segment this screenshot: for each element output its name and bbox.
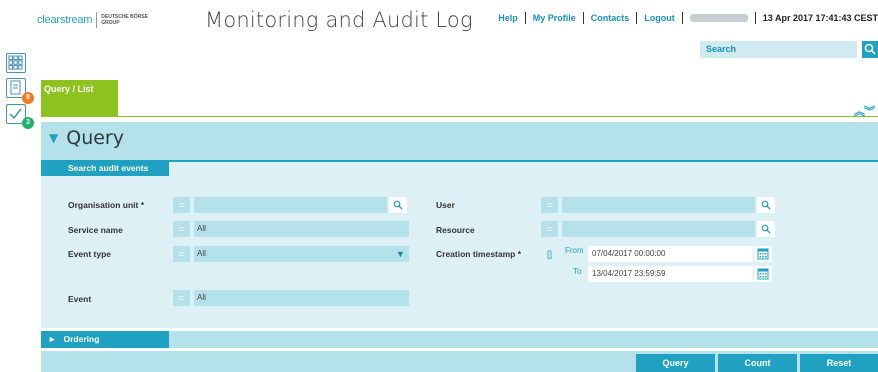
reset-button[interactable]: Reset — [800, 354, 878, 372]
task-badge: 3 — [22, 117, 34, 129]
service-name-label: Service name — [68, 225, 123, 235]
logo-divider — [96, 12, 98, 28]
query-title: Query — [66, 127, 124, 149]
ordering-label: Ordering — [63, 334, 100, 344]
chevron-down-icon[interactable]: ▼ — [396, 249, 405, 259]
nav-divider — [754, 12, 756, 24]
global-search-input[interactable]: Search — [700, 41, 857, 58]
user-operator[interactable]: = — [541, 197, 558, 213]
organisation-unit-lookup-icon[interactable] — [389, 197, 407, 213]
logo-text: clearstream — [37, 14, 93, 26]
from-label: From — [565, 246, 584, 255]
event-type-operator[interactable]: = — [173, 246, 190, 262]
to-date-input[interactable]: 13/04/2017 23:59:59 — [588, 266, 753, 282]
query-form — [41, 160, 878, 328]
calendar-icon[interactable] — [754, 246, 772, 262]
expand-triangle-icon: ► — [48, 334, 57, 344]
event-type-label: Event type — [68, 249, 111, 259]
search-icon[interactable] — [862, 41, 878, 58]
user-label: User — [436, 200, 455, 210]
ordering-section-toggle[interactable]: ► Ordering — [41, 331, 169, 348]
contacts-link[interactable]: Contacts — [591, 13, 630, 23]
resource-operator[interactable]: = — [541, 221, 558, 237]
page-title: Monitoring and Audit Log — [205, 8, 473, 32]
user-name-redacted — [689, 14, 748, 22]
help-link[interactable]: Help — [498, 13, 518, 23]
calendar-icon[interactable] — [754, 266, 772, 282]
creation-timestamp-operator[interactable]: [] — [541, 246, 558, 262]
user-lookup-icon[interactable] — [757, 197, 775, 213]
notification-badge: 8 — [22, 92, 34, 104]
resource-label: Resource — [436, 225, 475, 235]
nav-divider — [582, 12, 584, 24]
resource-input[interactable] — [562, 221, 755, 237]
search-audit-events-tab[interactable]: Search audit events — [41, 160, 169, 176]
nav-divider — [681, 12, 683, 24]
event-label: Event — [68, 294, 92, 304]
from-date-input[interactable]: 07/04/2017 00:00:00 — [588, 246, 753, 262]
count-button[interactable]: Count — [718, 354, 797, 372]
collapse-triangle-icon[interactable]: ▼ — [49, 131, 58, 145]
service-name-operator[interactable]: = — [173, 221, 190, 237]
query-button[interactable]: Query — [636, 354, 715, 372]
user-input[interactable] — [562, 197, 755, 213]
event-input[interactable]: All — [194, 290, 409, 306]
resource-lookup-icon[interactable] — [757, 221, 775, 237]
service-name-input[interactable]: All — [194, 221, 409, 237]
current-datetime: 13 Apr 2017 17:41:43 CEST — [762, 13, 878, 23]
nav-divider — [524, 12, 526, 24]
logo-subtext: DEUTSCHE BÖRSE GROUP — [101, 14, 148, 26]
collapse-expand-icon[interactable]: ︽︾ — [854, 103, 875, 119]
logo: clearstream DEUTSCHE BÖRSE GROUP — [37, 12, 148, 28]
organisation-unit-operator[interactable]: = — [173, 197, 190, 213]
organisation-unit-label: Organisation unit * — [68, 200, 145, 210]
tab-underline — [41, 116, 878, 117]
organisation-unit-input[interactable] — [194, 197, 387, 213]
logout-link[interactable]: Logout — [644, 13, 675, 23]
event-type-select[interactable]: All — [194, 246, 409, 262]
nav-divider — [636, 12, 638, 24]
creation-timestamp-label: Creation timestamp * — [436, 249, 522, 259]
tab-query-list[interactable]: Query / List — [41, 80, 118, 116]
to-label: To — [573, 267, 582, 276]
top-navigation: Help My Profile Contacts Logout 13 Apr 2… — [498, 12, 878, 24]
grid-icon[interactable] — [6, 53, 26, 73]
my-profile-link[interactable]: My Profile — [533, 13, 576, 23]
logo-subtext-line2: GROUP — [101, 20, 120, 26]
event-operator[interactable]: = — [173, 290, 190, 306]
query-header[interactable]: ▼ Query — [49, 127, 124, 149]
